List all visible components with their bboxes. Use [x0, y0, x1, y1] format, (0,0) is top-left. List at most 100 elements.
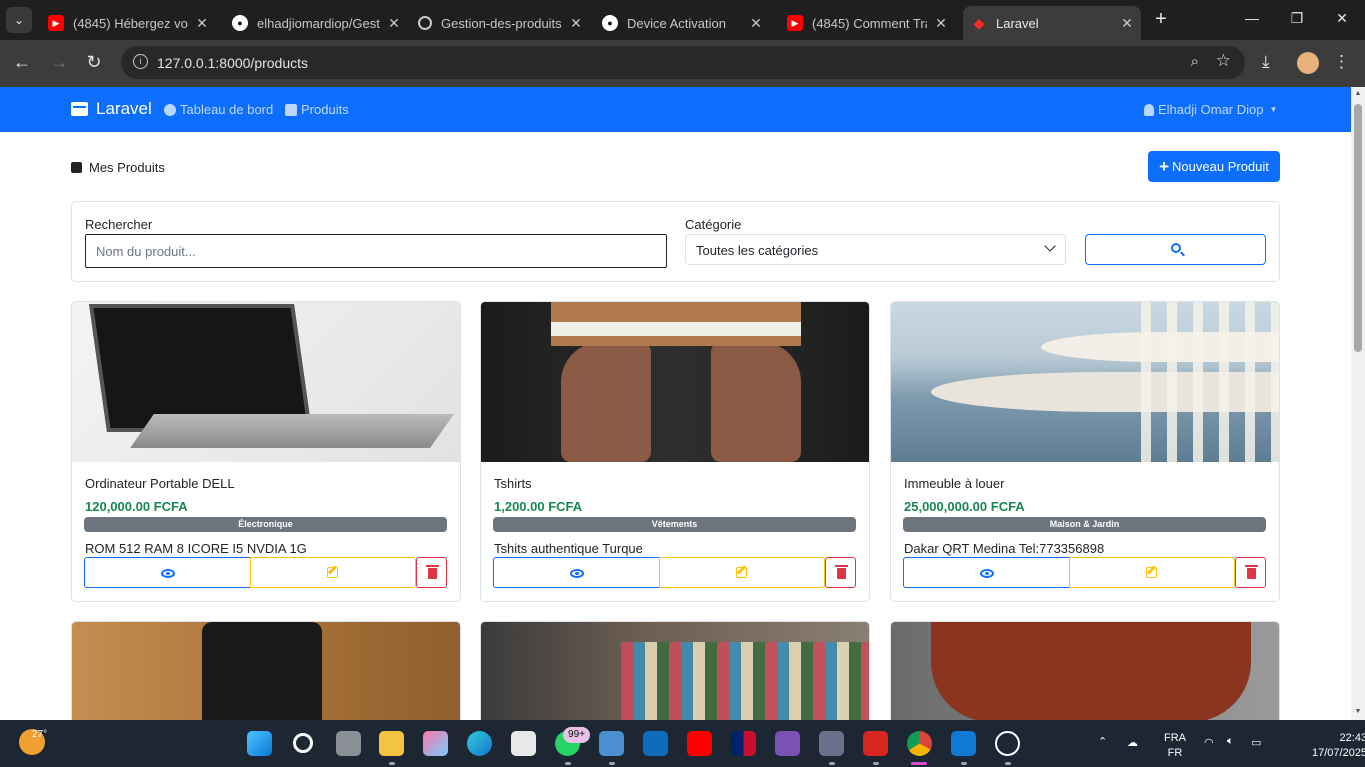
profile-avatar[interactable] [1297, 52, 1319, 74]
tab-search-icon[interactable]: ⌄ [6, 7, 32, 33]
download-icon[interactable]: ⤓ [1262, 52, 1270, 72]
close-tab-icon[interactable]: ✕ [933, 15, 949, 32]
search-label: Rechercher [85, 217, 153, 232]
product-image [481, 622, 869, 720]
product-card: Ordinateur Portable DELL 120,000.00 FCFA… [71, 301, 461, 602]
tab-youtube-comment[interactable]: ▶ (4845) Comment Trav ✕ [779, 6, 955, 40]
tab-title: Gestion-des-produits [441, 15, 562, 31]
nav-link-products[interactable]: Produits [285, 102, 349, 117]
edit-button[interactable] [659, 557, 825, 588]
forward-icon[interactable]: → [48, 52, 70, 73]
windows-start-icon[interactable] [247, 731, 272, 756]
edit-button[interactable] [250, 557, 416, 588]
brand-link[interactable]: Laravel [71, 99, 152, 119]
language-flag-icon[interactable] [731, 731, 756, 756]
store-icon[interactable] [511, 731, 536, 756]
laptop-base [130, 414, 454, 448]
close-tab-icon[interactable]: ✕ [568, 15, 584, 32]
shirt-stripe [551, 302, 801, 322]
tab-device-activation[interactable]: ● Device Activation ✕ [594, 6, 770, 40]
close-tab-icon[interactable]: ✕ [386, 15, 402, 32]
search-icon [1171, 243, 1181, 253]
clock-time: 22:43 [1339, 732, 1365, 744]
address-bar[interactable]: i 127.0.0.1:8000/products ⌕ ☆ [121, 46, 1245, 79]
github-icon: ● [232, 15, 248, 31]
close-tab-icon[interactable]: ✕ [748, 15, 764, 32]
scrollbar-thumb[interactable] [1354, 104, 1362, 352]
product-card [71, 621, 461, 720]
language-indicator[interactable]: FRA FR [1164, 731, 1186, 761]
close-tab-icon[interactable]: ✕ [1119, 15, 1135, 32]
chrome-icon[interactable] [907, 731, 932, 756]
url-text[interactable]: 127.0.0.1:8000/products [157, 55, 308, 71]
app-icon[interactable] [599, 731, 624, 756]
new-tab-icon[interactable]: + [1152, 8, 1170, 31]
outlook-icon[interactable] [643, 731, 668, 756]
zoom-icon[interactable]: ⌕ [1191, 53, 1199, 70]
copilot-icon[interactable] [423, 731, 448, 756]
suit-figure [202, 622, 322, 720]
eye-icon [569, 568, 584, 578]
tab-gestion-des-produits[interactable]: Gestion-des-produits ✕ [410, 6, 590, 40]
tab-youtube-hebergez[interactable]: ▶ (4845) Hébergez votre ✕ [40, 6, 216, 40]
search-button[interactable] [1085, 234, 1266, 265]
store-icon [71, 102, 88, 116]
nav-link-dashboard[interactable]: Tableau de bord [164, 102, 273, 117]
vscode-icon[interactable] [951, 731, 976, 756]
wifi-icon[interactable]: ◠ [1204, 736, 1214, 749]
category-select[interactable]: Toutes les catégories [685, 234, 1066, 265]
minimize-icon[interactable]: — [1242, 10, 1262, 26]
windows-taskbar: 27° [0, 720, 1365, 767]
delete-button[interactable] [825, 557, 856, 588]
running-indicator [829, 762, 835, 765]
product-image [72, 622, 460, 720]
app-icon[interactable] [819, 731, 844, 756]
user-menu[interactable]: Elhadji Omar Diop ▼ [1144, 102, 1277, 117]
close-window-icon[interactable]: ✕ [1332, 10, 1352, 27]
pdf-icon[interactable] [863, 731, 888, 756]
laptop-screen [89, 304, 312, 432]
tab-title: elhadjiomardiop/Gest [257, 15, 380, 31]
new-product-button[interactable]: + Nouveau Produit [1148, 151, 1280, 182]
category-selected: Toutes les catégories [696, 243, 819, 258]
bootstrap-icon[interactable] [775, 731, 800, 756]
site-info-icon[interactable]: i [133, 54, 148, 69]
clock-date: 17/07/2025 [1312, 747, 1365, 759]
delete-button[interactable] [1235, 557, 1266, 588]
scroll-up-icon[interactable]: ▲ [1354, 90, 1362, 98]
chatgpt-icon[interactable] [995, 731, 1020, 756]
browser-toolbar: ← → ↻ i 127.0.0.1:8000/products ⌕ ☆ ⤓ [0, 40, 1365, 87]
tab-github-gestion[interactable]: ● elhadjiomardiop/Gest ✕ [224, 6, 408, 40]
view-button[interactable] [84, 557, 251, 588]
file-explorer-icon[interactable] [379, 731, 404, 756]
shirt-arm [711, 342, 801, 462]
running-indicator [961, 762, 967, 765]
bookmark-star-icon[interactable]: ☆ [1216, 51, 1231, 71]
browser-menu-icon[interactable]: ⋮ [1333, 52, 1350, 72]
youtube-icon[interactable] [687, 731, 712, 756]
back-icon[interactable]: ← [11, 52, 33, 73]
search-icon[interactable] [293, 733, 313, 753]
nav-link-label: Produits [301, 102, 349, 117]
battery-icon[interactable]: ▭ [1251, 736, 1261, 749]
reload-icon[interactable]: ↻ [83, 52, 105, 73]
view-button[interactable] [903, 557, 1070, 588]
product-card [480, 621, 870, 720]
eye-icon [160, 568, 175, 578]
scroll-down-icon[interactable]: ▼ [1354, 708, 1362, 716]
maximize-icon[interactable]: ❐ [1287, 10, 1307, 27]
cloud-icon[interactable]: ☁ [1127, 736, 1138, 749]
edit-button[interactable] [1069, 557, 1235, 588]
edge-icon[interactable] [467, 731, 492, 756]
running-indicator [1005, 762, 1011, 765]
user-name: Elhadji Omar Diop [1158, 102, 1264, 117]
view-button[interactable] [493, 557, 660, 588]
chevron-up-icon[interactable]: ⌃ [1098, 735, 1107, 748]
task-view-icon[interactable] [336, 731, 361, 756]
search-input[interactable] [85, 234, 667, 268]
tab-laravel[interactable]: ◆ Laravel ✕ [963, 6, 1141, 40]
volume-icon[interactable]: 🔈︎ [1227, 735, 1234, 748]
delete-button[interactable] [416, 557, 447, 588]
close-tab-icon[interactable]: ✕ [194, 15, 210, 32]
system-clock[interactable]: 22:43 17/07/2025 [1312, 731, 1365, 761]
